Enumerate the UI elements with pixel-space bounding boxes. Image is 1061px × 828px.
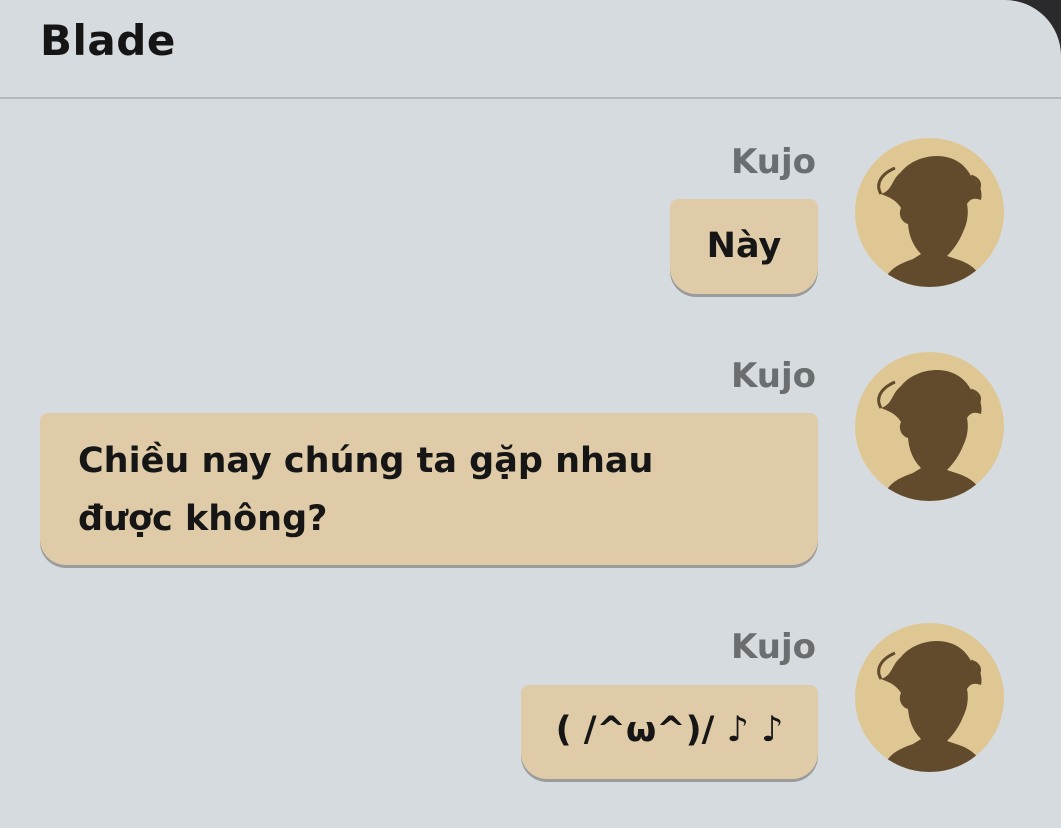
chat-title: Blade bbox=[40, 16, 176, 65]
message-bubble[interactable]: Này bbox=[670, 199, 818, 294]
person-silhouette-icon[interactable] bbox=[855, 623, 1004, 772]
sender-name: Kujo bbox=[731, 142, 816, 182]
message-text: Này bbox=[706, 226, 782, 266]
chat-header: Blade bbox=[0, 0, 1061, 99]
message-text: Chiều nay chúng ta gặp nhau được không? bbox=[78, 441, 654, 539]
message-bubble[interactable]: Chiều nay chúng ta gặp nhau được không? bbox=[40, 413, 818, 565]
person-silhouette-icon[interactable] bbox=[855, 352, 1004, 501]
message-bubble[interactable]: ( /^ω^)/ ♪ ♪ bbox=[521, 685, 818, 779]
message-text: ( /^ω^)/ ♪ ♪ bbox=[555, 710, 784, 750]
chat-window: Blade Kujo Này Kujo Chiều nay chúng ta g… bbox=[0, 0, 1061, 828]
person-silhouette-icon[interactable] bbox=[855, 138, 1004, 287]
sender-name: Kujo bbox=[731, 356, 816, 396]
sender-name: Kujo bbox=[731, 627, 816, 667]
